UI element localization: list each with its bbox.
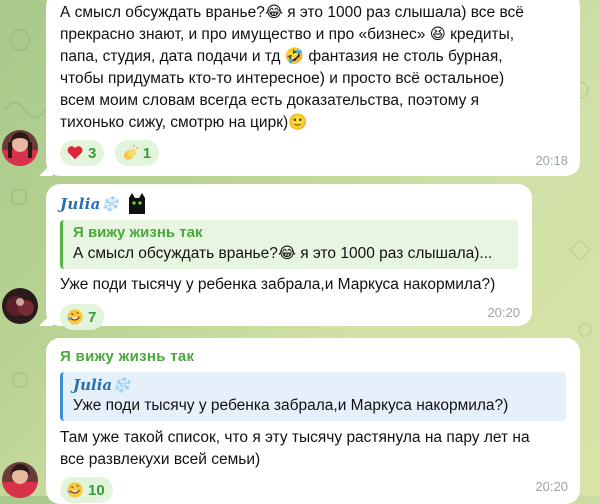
rofl-icon bbox=[67, 482, 83, 498]
reply-text: Уже поди тысячу у ребенка забрала,и Марк… bbox=[73, 397, 509, 414]
reaction-rofl[interactable]: 7 bbox=[60, 304, 105, 330]
reply-author: Я вижу жизнь так bbox=[73, 224, 203, 241]
avatar[interactable] bbox=[2, 130, 38, 166]
reply-text: А смысл обсуждать вранье?😂 я это 1000 ра… bbox=[73, 245, 493, 262]
message-time: 20:18 bbox=[535, 153, 568, 168]
bubble-tail bbox=[39, 162, 53, 176]
heart-icon bbox=[67, 146, 83, 160]
sender-name[interactable]: Julia❄️ bbox=[60, 195, 120, 213]
bubble-tail bbox=[39, 312, 53, 326]
black-cat-icon bbox=[128, 193, 145, 214]
avatar[interactable] bbox=[2, 462, 38, 498]
message-time: 20:20 bbox=[535, 479, 568, 494]
reply-author: Julia❄️ bbox=[73, 376, 131, 394]
reaction-count: 1 bbox=[142, 144, 152, 162]
avatar[interactable] bbox=[2, 288, 38, 324]
reply-quote[interactable]: Я вижу жизнь так А смысл обсуждать врань… bbox=[60, 220, 518, 269]
reaction-rofl[interactable]: 10 bbox=[60, 477, 113, 503]
message-text: А смысл обсуждать вранье?😂 я это 1000 ра… bbox=[60, 4, 524, 131]
message-text: Там уже такой список, что я эту тысячу р… bbox=[60, 429, 530, 468]
sender-name[interactable]: Я вижу жизнь так bbox=[60, 346, 566, 368]
message-bubble: Я вижу жизнь так Julia❄️ Уже поди тысячу… bbox=[46, 338, 580, 504]
clapping-hands-icon bbox=[123, 144, 139, 160]
reaction-heart[interactable]: 3 bbox=[60, 140, 105, 166]
reaction-count: 3 bbox=[88, 144, 97, 162]
rofl-icon bbox=[67, 309, 83, 325]
reaction-clap[interactable]: 1 bbox=[114, 140, 160, 166]
reaction-count: 7 bbox=[88, 308, 97, 326]
message-bubble: Julia❄️ Я вижу жизнь так А смысл обсужда… bbox=[39, 184, 532, 330]
message-time: 20:20 bbox=[487, 305, 520, 320]
reply-quote[interactable]: Julia❄️ Уже поди тысячу у ребенка забрал… bbox=[60, 372, 566, 421]
message-text: Уже поди тысячу у ребенка забрала,и Марк… bbox=[60, 276, 496, 293]
message-bubble: А смысл обсуждать вранье?😂 я это 1000 ра… bbox=[39, 0, 580, 176]
